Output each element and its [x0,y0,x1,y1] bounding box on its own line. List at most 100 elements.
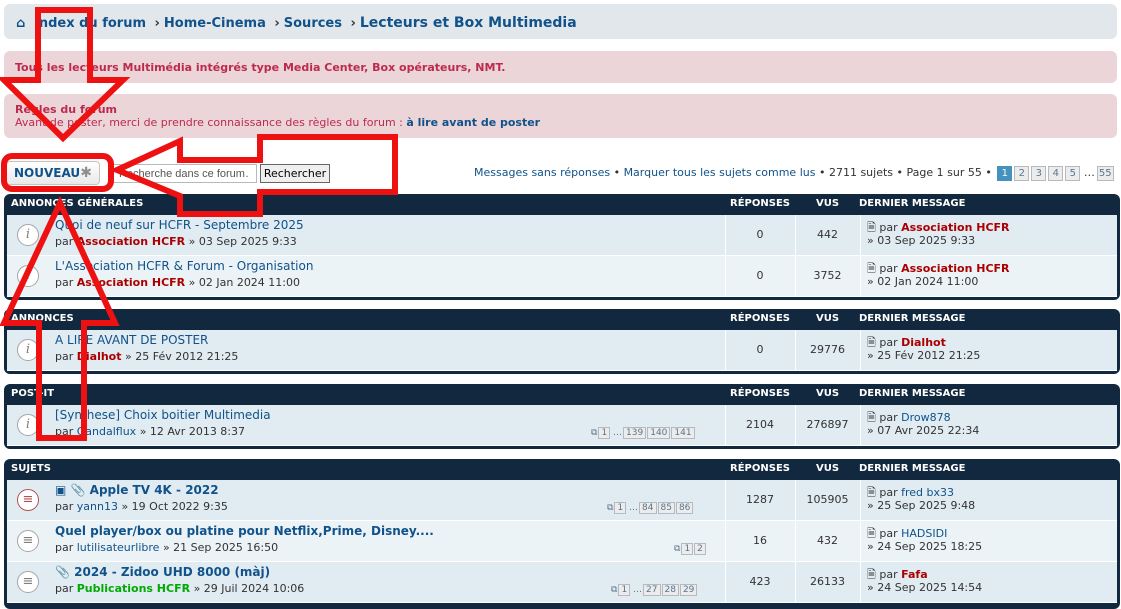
last-post-author[interactable]: Association HCFR [901,262,1009,275]
topic-row[interactable]: i [Synthese] Choix boitier Multimedia pa… [7,405,1117,446]
new-topic-button[interactable]: NOUVEAU ✱ [6,161,100,185]
unanswered-link[interactable]: Messages sans réponses [474,166,610,179]
topic-title[interactable]: Quoi de neuf sur HCFR - Septembre 2025 [55,218,304,232]
topic-title[interactable]: 📎 2024 - Zidoo UHD 8000 (màj) [55,565,270,579]
topic-row[interactable]: i Quoi de neuf sur HCFR - Septembre 2025… [7,215,1117,256]
page-link-current[interactable]: 1 [997,166,1013,181]
last-post-author[interactable]: Drow878 [901,411,950,424]
reply-count: 0 [756,228,764,241]
topic-page-link[interactable]: 29 [679,584,698,596]
section-header: POST-IT RÉPONSES VUS DERNIER MESSAGE [7,384,1117,405]
search-button[interactable]: Rechercher [260,164,330,183]
page-link-last[interactable]: 55 [1096,166,1114,181]
topic-author[interactable]: yann13 [77,500,118,513]
topic-date: » 29 Juil 2024 10:06 [193,582,305,595]
topic-page-link[interactable]: 84 [639,502,657,514]
topic-page-link[interactable]: 141 [671,427,695,439]
last-post-author[interactable]: Fafa [901,568,928,581]
topic-page-link[interactable]: 1 [614,502,627,514]
topic-author[interactable]: Gandalflux [77,425,136,438]
section-header: SUJETS RÉPONSES VUS DERNIER MESSAGE [7,459,1117,480]
last-post-icon[interactable]: 🗎 [867,411,876,424]
attachment-icon: ▣ 📎 [55,483,86,497]
topic-row[interactable]: i A LIRE AVANT DE POSTER par Dialhot » 2… [7,330,1117,371]
page-link[interactable]: 3 [1031,166,1047,181]
rules-link[interactable]: à lire avant de poster [406,116,540,129]
replies-column-header: RÉPONSES [730,388,790,399]
topic-author[interactable]: Association HCFR [77,276,185,289]
last-post-author[interactable]: Association HCFR [901,221,1009,234]
section-topics: SUJETS RÉPONSES VUS DERNIER MESSAGE ≡ ▣ … [4,459,1120,609]
topic-page-link[interactable]: 28 [661,584,679,596]
topic-title[interactable]: L'Association HCFR & Forum - Organisatio… [55,259,313,273]
page-link[interactable]: 5 [1065,166,1081,181]
topic-author[interactable]: Association HCFR [77,235,185,248]
topic-author[interactable]: Dialhot [77,350,122,363]
last-post-date: » 24 Sep 2025 14:54 [867,581,983,594]
topic-row[interactable]: ≡ ▣ 📎 Apple TV 4K - 2022 par yann13 » 19… [7,480,1117,521]
page-ellipsis: … [629,503,639,513]
topic-page-link[interactable]: 140 [647,427,671,439]
topic-row[interactable]: i L'Association HCFR & Forum - Organisat… [7,256,1117,297]
views-column-header: VUS [815,463,840,474]
last-post-icon[interactable]: 🗎 [867,336,876,349]
page-link[interactable]: 4 [1048,166,1064,181]
topic-title[interactable]: ▣ 📎 Apple TV 4K - 2022 [55,483,219,497]
topic-date: » 21 Sep 2025 16:50 [162,541,279,554]
home-icon[interactable]: ⌂ [16,16,30,31]
topic-row[interactable]: ≡ Quel player/box ou platine pour Netfli… [7,521,1117,562]
last-post-column-header: DERNIER MESSAGE [859,463,966,474]
breadcrumb-home-cinema[interactable]: Home-Cinema [164,16,266,31]
topic-pagination: ⧉ 1 … 27 28 29 [611,584,698,596]
last-post-icon[interactable]: 🗎 [867,527,876,540]
breadcrumb-current[interactable]: Lecteurs et Box Multimedia [360,15,577,31]
view-count: 3752 [813,269,842,282]
topic-date: » 02 Jan 2024 11:00 [188,276,301,289]
last-post-icon[interactable]: 🗎 [867,486,876,499]
views-column-header: VUS [815,388,840,399]
topic-page-link[interactable]: 1 [618,584,631,596]
topic-pagination: ⧉ 1 … 84 85 86 [607,502,694,514]
topic-page-link[interactable]: 139 [623,427,647,439]
rules-title: Règles du forum [15,103,118,116]
topic-page-link[interactable]: 1 [598,427,611,439]
topic-page-link[interactable]: 2 [694,543,706,555]
last-post-icon[interactable]: 🗎 [867,568,876,581]
page-link[interactable]: 2 [1014,166,1030,181]
pages-icon: ⧉ [591,428,598,438]
topic-title[interactable]: Quel player/box ou platine pour Netflix,… [55,524,434,538]
topic-page-link[interactable]: 86 [675,502,694,514]
last-post-date: » 25 Fév 2012 21:25 [867,349,981,362]
topic-author[interactable]: Publications HCFR [77,582,190,595]
reply-count: 2104 [746,418,774,431]
breadcrumb-index[interactable]: Index du forum [34,16,146,31]
topic-actions: Messages sans réponses • Marquer tous le… [474,166,1114,181]
breadcrumb-sources[interactable]: Sources [284,16,342,31]
topic-author-line: par Gandalflux » 12 Avr 2013 8:37 [55,425,246,438]
last-post-icon[interactable]: 🗎 [867,262,876,275]
topic-author[interactable]: lutilisateurlibre [77,541,160,554]
replies-column-header: RÉPONSES [730,463,790,474]
topic-author-line: par Dialhot » 25 Fév 2012 21:25 [55,350,239,363]
last-post-icon[interactable]: 🗎 [867,221,876,234]
topic-page-link[interactable]: 27 [643,584,661,596]
forum-rules: Règles du forum Avant de poster, merci d… [4,94,1117,138]
section-title: POST-IT [11,388,55,399]
pages-icon: ⧉ [611,585,618,595]
topic-title[interactable]: A LIRE AVANT DE POSTER [55,333,208,347]
last-post-author[interactable]: HADSIDI [901,527,947,540]
last-post-author[interactable]: fred bx33 [901,486,954,499]
views-column-header: VUS [815,313,840,324]
section-post-it: POST-IT RÉPONSES VUS DERNIER MESSAGE i [… [4,384,1120,449]
last-post: 🗎 par Dialhot» 25 Fév 2012 21:25 [867,336,981,362]
topic-page-link[interactable]: 1 [681,543,694,555]
plus-icon: ✱ [80,165,92,181]
last-post: 🗎 par fred bx33» 25 Sep 2025 9:48 [867,486,976,512]
search-input[interactable] [112,164,257,183]
topic-page-link[interactable]: 85 [657,502,675,514]
topic-title[interactable]: [Synthese] Choix boitier Multimedia [55,408,271,422]
mark-read-link[interactable]: Marquer tous les sujets comme lus [624,166,816,179]
attachment-icon: 📎 [55,565,70,579]
last-post-author[interactable]: Dialhot [901,336,946,349]
topic-row[interactable]: ≡ 📎 2024 - Zidoo UHD 8000 (màj) par Publ… [7,562,1117,603]
